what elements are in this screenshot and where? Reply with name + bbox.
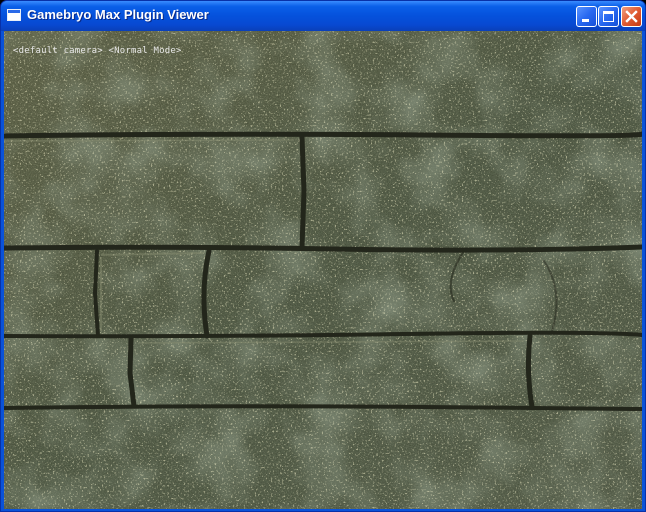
maximize-button[interactable] bbox=[598, 6, 619, 27]
render-viewport[interactable]: <default camera> <Normal Mode> bbox=[4, 31, 642, 509]
viewport-status-text: <default camera> <Normal Mode> bbox=[13, 46, 182, 56]
application-window-icon[interactable] bbox=[7, 9, 21, 21]
window-title: Gamebryo Max Plugin Viewer bbox=[27, 7, 209, 22]
close-button[interactable] bbox=[621, 6, 642, 27]
close-icon bbox=[625, 10, 638, 23]
viewer-window: Gamebryo Max Plugin Viewer <default came… bbox=[0, 0, 646, 512]
stone-wall-scene bbox=[4, 31, 642, 509]
maximize-icon bbox=[603, 11, 614, 22]
stone-speckles bbox=[4, 31, 642, 509]
minimize-icon bbox=[582, 19, 589, 22]
minimize-button[interactable] bbox=[576, 6, 597, 27]
title-bar[interactable]: Gamebryo Max Plugin Viewer bbox=[1, 1, 645, 31]
